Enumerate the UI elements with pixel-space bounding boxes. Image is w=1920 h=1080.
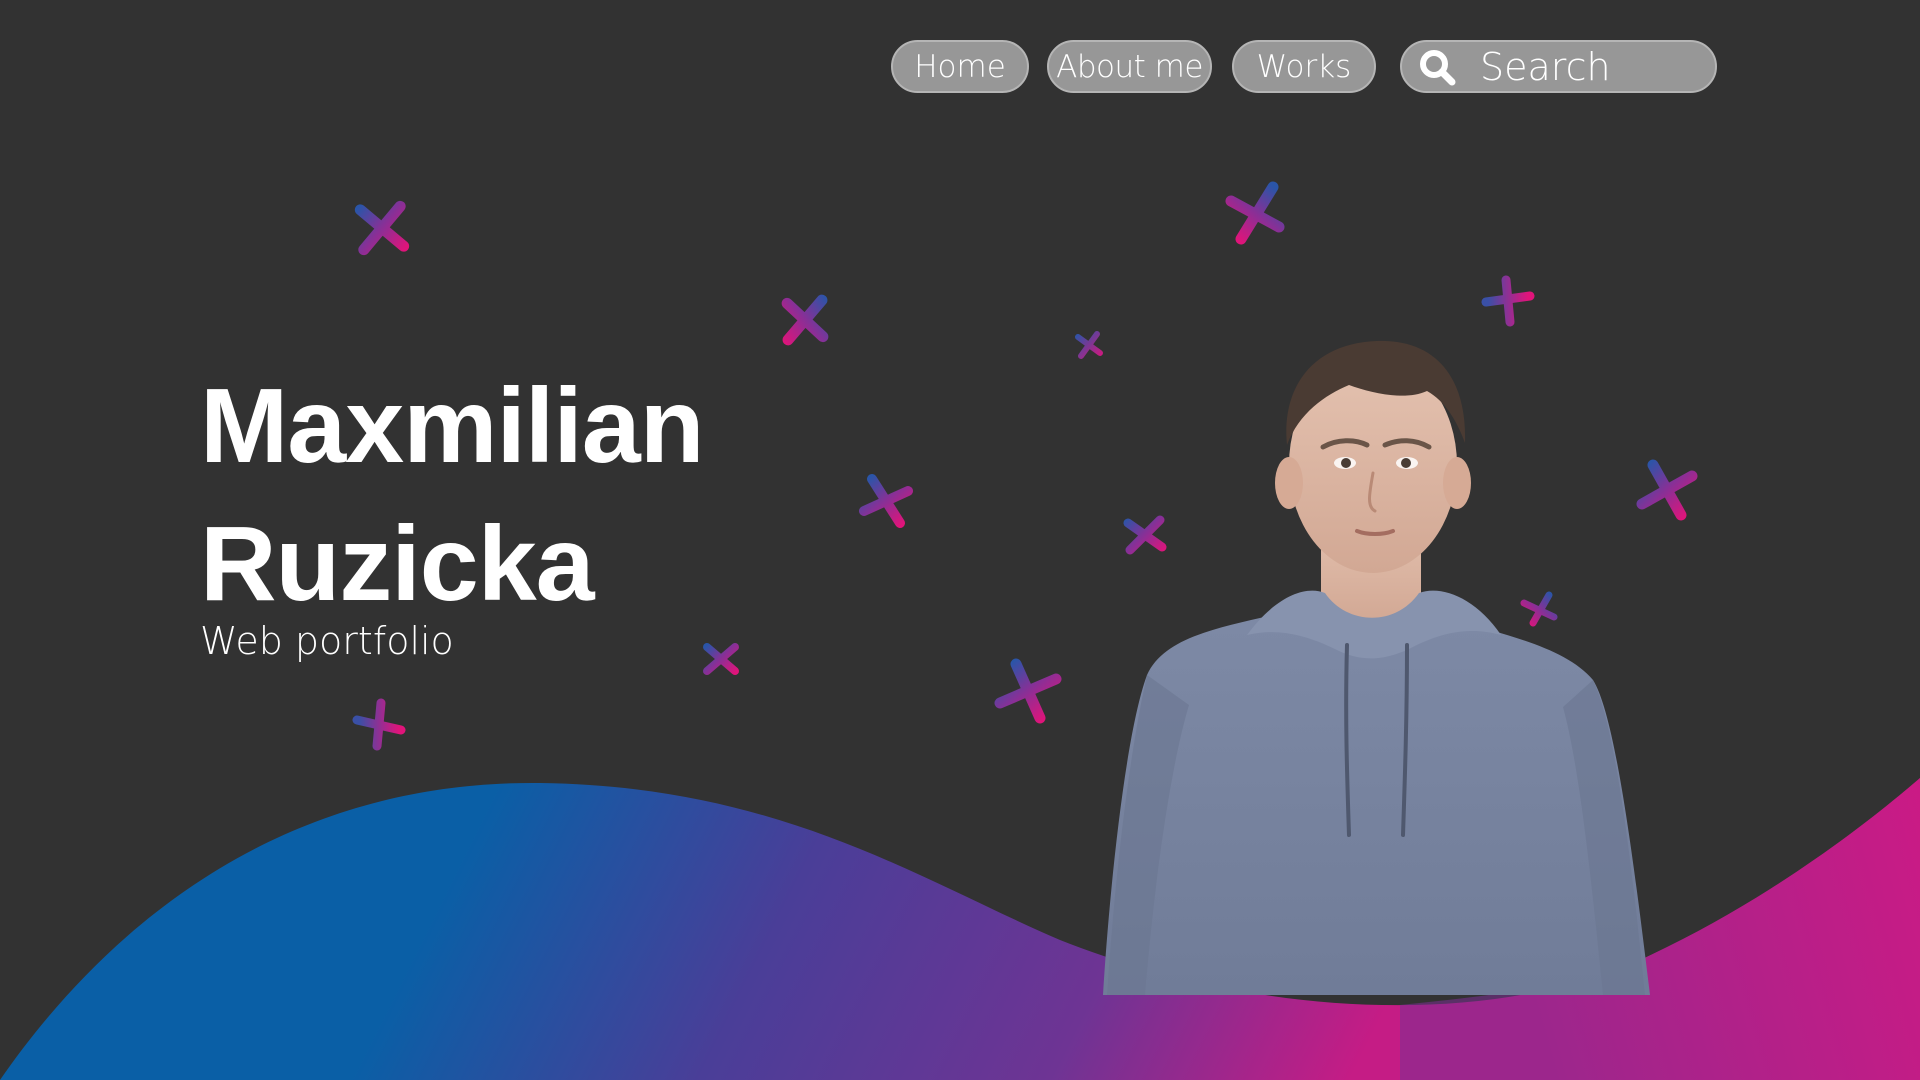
hero-subtitle: Web portfolio <box>200 619 454 663</box>
cross-icon <box>1225 181 1285 245</box>
nav-about-me-button[interactable]: About me <box>1047 40 1212 93</box>
cross-icon <box>994 658 1062 724</box>
hero-last-name: Ruzicka <box>200 505 595 623</box>
hero-name: Maxmilian Ruzicka <box>200 357 705 633</box>
cross-icon <box>1481 275 1535 327</box>
search-input[interactable] <box>1480 46 1700 88</box>
cross-icon <box>703 643 739 675</box>
hero-first-name: Maxmilian <box>200 367 705 485</box>
cross-icon <box>352 698 406 751</box>
cross-icon <box>354 200 410 256</box>
cross-icon <box>781 294 829 346</box>
page: Home About me Works Maxmilian Ruzicka We… <box>0 0 1920 1080</box>
search-box[interactable] <box>1400 40 1717 93</box>
nav-works-button[interactable]: Works <box>1232 40 1376 93</box>
search-icon[interactable] <box>1416 46 1460 90</box>
cross-icon <box>859 474 913 528</box>
portrait-photo <box>1103 340 1650 995</box>
nav-home-button[interactable]: Home <box>891 40 1029 93</box>
